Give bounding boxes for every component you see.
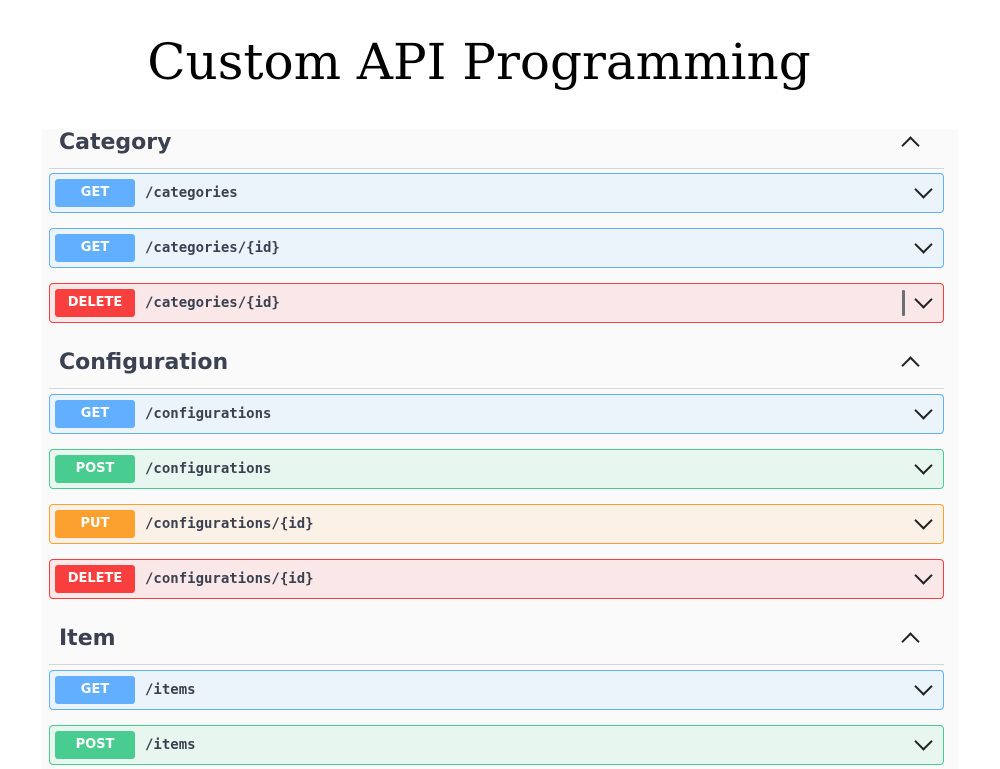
operation-path: /configurations/{id} xyxy=(145,516,314,532)
operation-row[interactable]: GET /categories xyxy=(49,173,944,213)
operation-path: /configurations xyxy=(145,461,272,477)
chevron-down-icon[interactable] xyxy=(914,677,933,696)
operation-path: /configurations/{id} xyxy=(145,571,314,587)
method-badge: GET xyxy=(55,400,135,428)
method-badge: DELETE xyxy=(55,565,135,593)
chevron-down-icon[interactable] xyxy=(914,732,933,751)
operation-path: /items xyxy=(145,682,196,698)
section-header-item[interactable]: Item xyxy=(49,625,944,665)
section-title: Configuration xyxy=(59,350,229,375)
operation-path: /categories xyxy=(145,185,238,201)
chevron-up-icon[interactable] xyxy=(901,356,920,375)
section-header-configuration[interactable]: Configuration xyxy=(49,349,944,389)
method-badge: GET xyxy=(55,234,135,262)
section-title: Item xyxy=(59,626,116,651)
method-badge: GET xyxy=(55,676,135,704)
chevron-down-icon[interactable] xyxy=(914,235,933,254)
method-badge: POST xyxy=(55,731,135,759)
operation-row[interactable]: PUT /configurations/{id} xyxy=(49,504,944,544)
operation-path: /categories/{id} xyxy=(145,240,280,256)
chevron-up-icon[interactable] xyxy=(901,136,920,155)
operation-path: /items xyxy=(145,737,196,753)
operation-path: /categories/{id} xyxy=(145,295,280,311)
operation-row[interactable]: DELETE /categories/{id} xyxy=(49,283,944,323)
chevron-down-icon[interactable] xyxy=(914,180,933,199)
method-badge: PUT xyxy=(55,510,135,538)
operation-row[interactable]: GET /configurations xyxy=(49,394,944,434)
operation-row[interactable]: POST /items xyxy=(49,725,944,765)
operation-row[interactable]: DELETE /configurations/{id} xyxy=(49,559,944,599)
operation-row[interactable]: GET /categories/{id} xyxy=(49,228,944,268)
method-badge: GET xyxy=(55,179,135,207)
operation-path: /configurations xyxy=(145,406,272,422)
section-header-category[interactable]: Category xyxy=(49,129,944,169)
chevron-down-icon[interactable] xyxy=(914,401,933,420)
chevron-down-icon[interactable] xyxy=(914,566,933,585)
chevron-down-icon[interactable] xyxy=(914,456,933,475)
text-cursor-icon xyxy=(902,290,905,316)
chevron-up-icon[interactable] xyxy=(901,632,920,651)
section-title: Category xyxy=(59,130,172,155)
operation-row[interactable]: GET /items xyxy=(49,670,944,710)
page-title: Custom API Programming xyxy=(147,33,811,91)
method-badge: DELETE xyxy=(55,289,135,317)
chevron-down-icon[interactable] xyxy=(914,290,933,309)
chevron-down-icon[interactable] xyxy=(914,511,933,530)
operation-row[interactable]: POST /configurations xyxy=(49,449,944,489)
method-badge: POST xyxy=(55,455,135,483)
